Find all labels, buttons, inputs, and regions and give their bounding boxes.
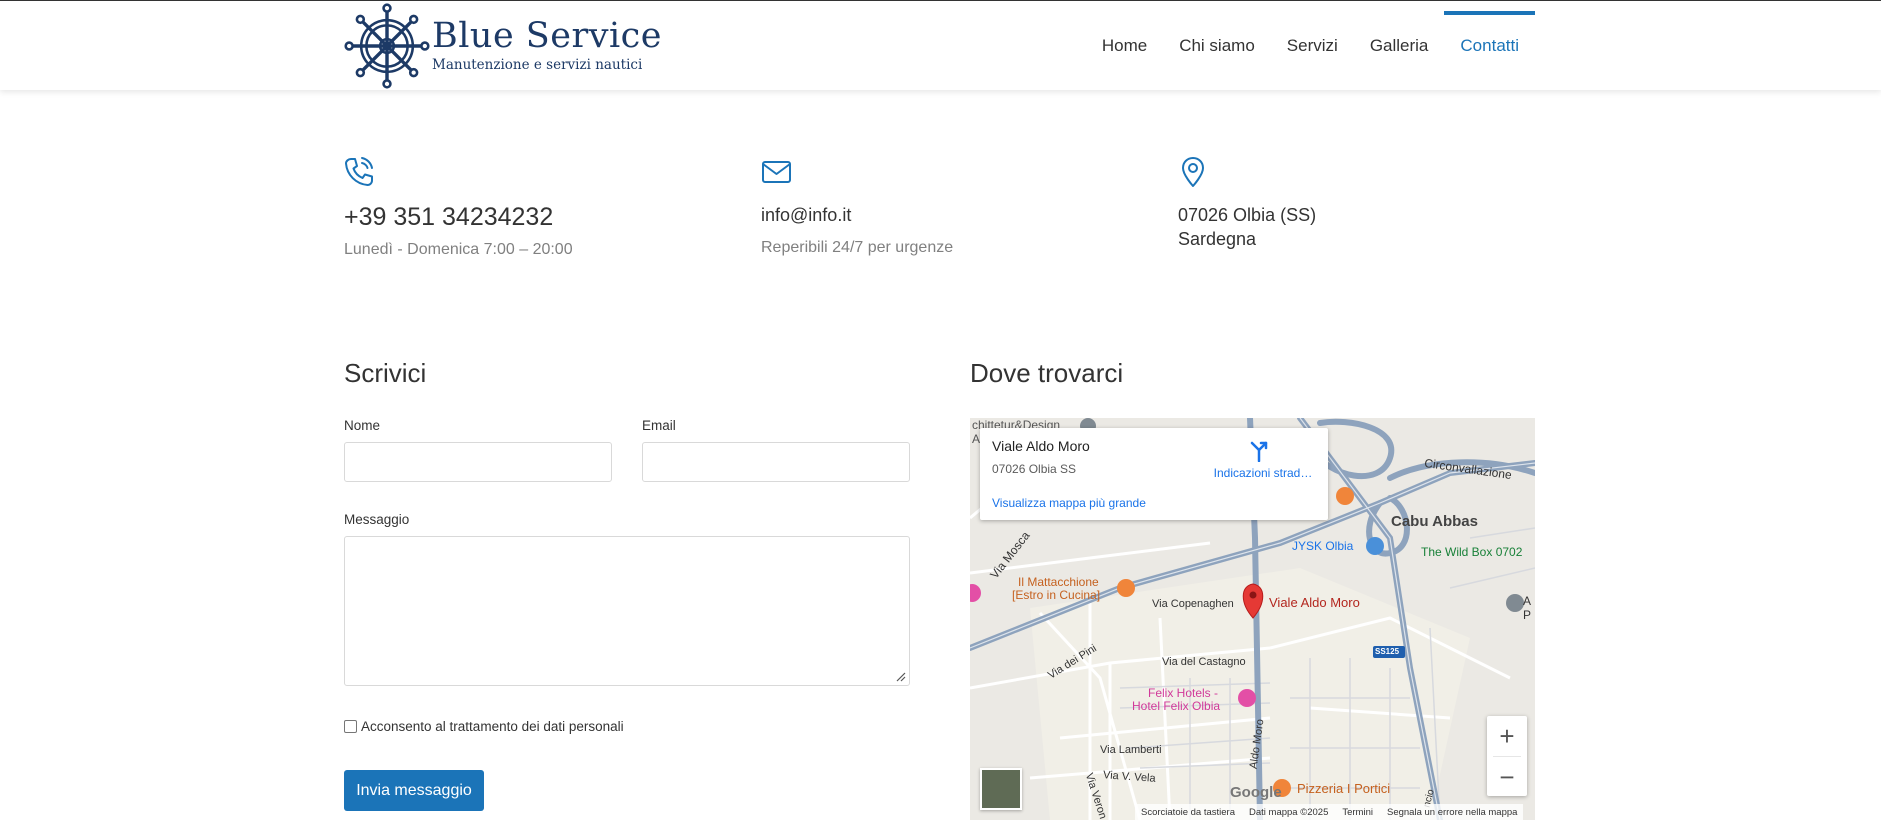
map-label-ss125: SS125 — [1375, 647, 1400, 656]
name-label: Nome — [344, 418, 381, 433]
map-label-edge-p: P — [1523, 608, 1532, 622]
google-map[interactable]: chittetur&Design Ar Circonvallazione Cab… — [970, 418, 1535, 820]
message-textarea[interactable] — [344, 536, 910, 686]
nav-galleria[interactable]: Galleria — [1354, 1, 1445, 91]
phone-number[interactable]: +39 351 34234232 — [344, 205, 573, 230]
brand-subtitle: Manutenzione e servizi nautici — [432, 57, 643, 74]
ship-wheel-icon — [344, 3, 430, 89]
satellite-toggle[interactable] — [980, 768, 1022, 810]
map-directions-link[interactable]: Indicazioni strad… — [1208, 466, 1318, 480]
email-note: Reperibili 24/7 per urgenze — [761, 239, 954, 256]
map-data-text: Dati mappa ©2025 — [1249, 806, 1329, 818]
consent-checkbox[interactable] — [344, 720, 357, 733]
name-input[interactable] — [344, 442, 612, 482]
map-label-cabu-abbas: Cabu Abbas — [1391, 513, 1478, 530]
map-label-edge-a: A — [1523, 594, 1532, 608]
google-logo: Google — [1230, 784, 1282, 801]
main-nav: Home Chi siamo Servizi Galleria Contatti — [1086, 1, 1535, 91]
map-label-felix-1: Felix Hotels - — [1148, 686, 1219, 700]
map-label-jysk: JYSK Olbia — [1292, 539, 1354, 553]
phone-hours: Lunedì - Domenica 7:00 – 20:00 — [344, 241, 573, 258]
map-label-mattacchione-1: Il Mattacchione — [1018, 575, 1099, 589]
contact-phone: +39 351 34234232 Lunedì - Domenica 7:00 … — [344, 156, 573, 259]
form-heading: Scrivici — [344, 358, 427, 388]
directions-icon[interactable] — [1248, 440, 1270, 462]
nav-chi-siamo[interactable]: Chi siamo — [1163, 1, 1271, 91]
consent-label[interactable]: Acconsento al trattamento dei dati perso… — [361, 719, 624, 734]
nav-contatti[interactable]: Contatti — [1444, 1, 1535, 91]
map-label-via-del-castagno: Via del Castagno — [1162, 656, 1246, 668]
nav-servizi[interactable]: Servizi — [1271, 1, 1354, 91]
address-line2: Sardegna — [1178, 229, 1257, 249]
map-label-wild-box: The Wild Box 0702 — [1421, 545, 1523, 559]
zoom-controls: + − — [1487, 716, 1527, 796]
map-label-via-lamberti: Via Lamberti — [1100, 744, 1162, 756]
brand-title: Blue Service — [432, 16, 662, 57]
address-line1: 07026 Olbia (SS) — [1178, 205, 1317, 225]
email-input[interactable] — [642, 442, 910, 482]
map-label-pizzeria: Pizzeria I Portici — [1297, 781, 1391, 796]
map-label-via-copenaghen: Via Copenaghen — [1152, 598, 1234, 610]
map-attribution: Scorciatoie da tastiera Dati mappa ©2025… — [1135, 804, 1524, 820]
submit-button[interactable]: Invia messaggio — [344, 770, 484, 811]
site-header: Blue Service Manutenzione e servizi naut… — [0, 0, 1881, 90]
map-label-felix-2: Hotel Felix Olbia — [1132, 699, 1221, 713]
zoom-out-button[interactable]: − — [1487, 757, 1527, 797]
resize-grip-icon[interactable] — [896, 672, 906, 682]
email-label: Email — [642, 418, 676, 433]
report-error-link[interactable]: Segnala un errore nella mappa — [1387, 807, 1517, 818]
zoom-in-button[interactable]: + — [1487, 716, 1527, 756]
map-bigger-link[interactable]: Visualizza mappa più grande — [992, 496, 1146, 510]
message-label: Messaggio — [344, 512, 410, 527]
location-pin-icon — [1182, 157, 1204, 187]
map-card-title: Viale Aldo Moro — [992, 438, 1090, 454]
map-card-address: 07026 Olbia SS — [992, 462, 1077, 476]
consent-row: Acconsento al trattamento dei dati perso… — [344, 719, 624, 734]
mail-icon — [762, 161, 791, 183]
phone-icon — [345, 157, 373, 186]
map-label-pin: Viale Aldo Moro — [1269, 595, 1360, 610]
contact-address: 07026 Olbia (SS) Sardegna — [1178, 156, 1316, 251]
email-address[interactable]: info@info.it — [761, 203, 953, 227]
keyboard-shortcuts-link[interactable]: Scorciatoie da tastiera — [1141, 807, 1235, 818]
terms-link[interactable]: Termini — [1342, 807, 1373, 818]
contact-email: info@info.it Reperibili 24/7 per urgenze — [761, 156, 953, 257]
nav-home[interactable]: Home — [1086, 1, 1163, 91]
map-label-mattacchione-2: [Estro in Cucina] — [1012, 588, 1101, 602]
brand-logo[interactable]: Blue Service Manutenzione e servizi naut… — [344, 3, 662, 89]
map-info-card: Viale Aldo Moro 07026 Olbia SS Indicazio… — [980, 428, 1328, 520]
map-heading: Dove trovarci — [970, 358, 1124, 388]
